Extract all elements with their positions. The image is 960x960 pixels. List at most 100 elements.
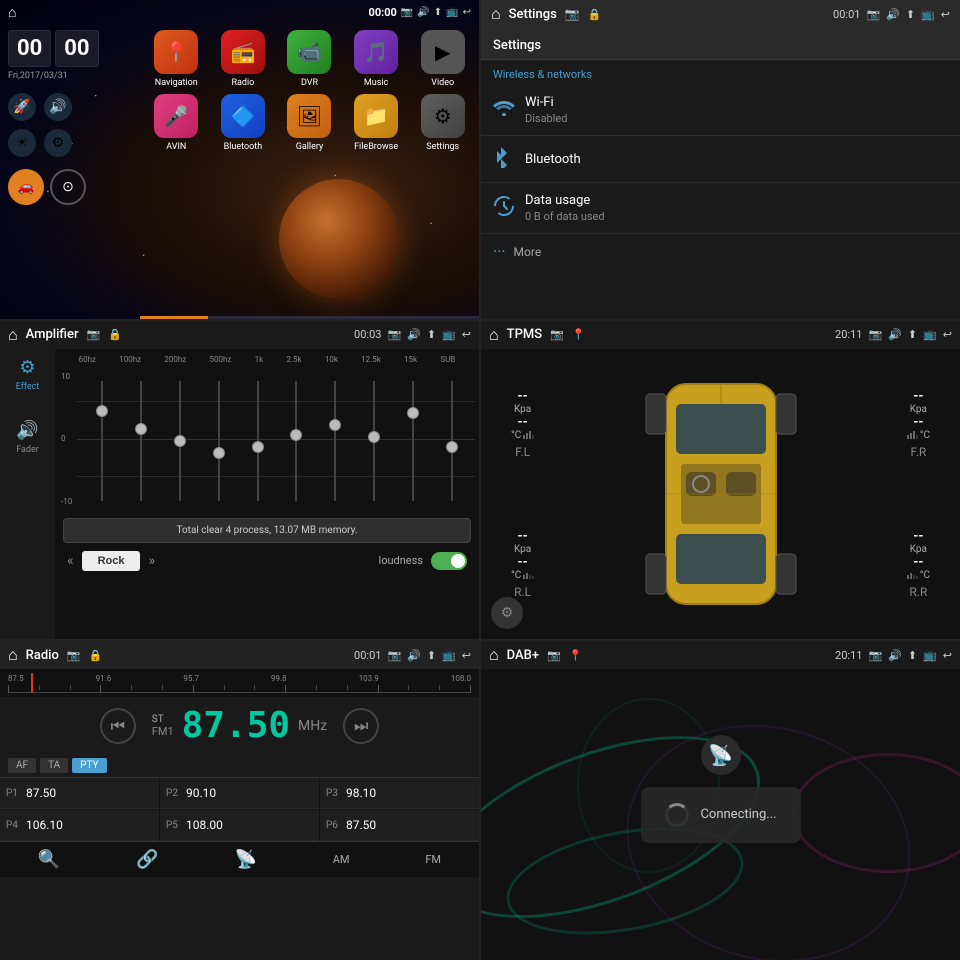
- settings-home-icon[interactable]: ⌂: [491, 4, 501, 24]
- radio-label: Radio: [231, 78, 254, 88]
- wifi-subtitle: Disabled: [525, 112, 948, 125]
- grid-line-bot: [77, 476, 475, 477]
- eq-next-button[interactable]: »: [148, 553, 155, 569]
- home-icon[interactable]: ⌂: [8, 4, 16, 21]
- preset-p6[interactable]: P6 87.50: [320, 810, 479, 841]
- radio-mode-info: ST FM1: [152, 714, 174, 738]
- eq-preset-button[interactable]: Rock: [82, 551, 141, 571]
- active-tab-indicator: [140, 316, 208, 319]
- preset-p5[interactable]: P5 108.00: [160, 810, 319, 841]
- tire-fl-kpa-label: --: [511, 389, 534, 404]
- radio-status-bar: ⌂ Radio 📷 🔒 00:01 📷 🔊 ⬆ 📺 ↩: [0, 641, 479, 669]
- back-icon[interactable]: ↩: [463, 7, 471, 18]
- amp-back-icon[interactable]: ↩: [462, 328, 471, 341]
- radio-link-button[interactable]: 🔗: [136, 849, 158, 870]
- fader-icon[interactable]: 🔊: [16, 420, 38, 441]
- app-dvr[interactable]: 📹 DVR: [279, 30, 340, 88]
- radio-scr-icon: 📺: [442, 649, 456, 662]
- dab-panel: ⌂ DAB+ 📷 📍 20:11 📷 🔊 ⬆ 📺 ↩ Connecting...: [481, 641, 960, 960]
- menu-icon[interactable]: ⊙: [50, 169, 86, 205]
- radio-fm-button[interactable]: FM: [425, 853, 441, 866]
- radio-search-button[interactable]: 🔍: [38, 849, 60, 870]
- amp-home-icon[interactable]: ⌂: [8, 325, 18, 345]
- radio-next-button[interactable]: ⏭: [343, 708, 379, 744]
- tick-0: [8, 685, 9, 693]
- car-top-view: [641, 364, 801, 624]
- radio-antenna-button[interactable]: 📡: [234, 849, 256, 870]
- tpms-status-right: 20:11 📷 🔊 ⬆ 📺 ↩: [835, 328, 952, 341]
- gallery-app-icon: 🖼: [287, 94, 331, 138]
- amp-status-left: ⌂ Amplifier 📷 🔒: [8, 325, 122, 345]
- more-dots-icon: ···: [493, 242, 506, 261]
- app-settings[interactable]: ⚙ Settings: [412, 94, 473, 152]
- preset-p6-freq: 87.50: [346, 818, 376, 832]
- equalizer-icon[interactable]: ⚙: [44, 129, 72, 157]
- amp-cam2-icon: 📷: [387, 328, 401, 341]
- preset-p3-label: P3: [326, 788, 342, 799]
- tire-rl: -- Kpa -- °C R.L: [511, 529, 534, 599]
- preset-p3[interactable]: P3 98.10: [320, 778, 479, 809]
- rocket-icon[interactable]: 🚀: [8, 93, 36, 121]
- radio-back-icon[interactable]: ↩: [462, 649, 471, 662]
- app-radio[interactable]: 📻 Radio: [213, 30, 274, 88]
- pty-tag[interactable]: PTY: [72, 758, 106, 773]
- scale-87.5: 87.5: [8, 674, 24, 683]
- preset-p2[interactable]: P2 90.10: [160, 778, 319, 809]
- af-tag[interactable]: AF: [8, 758, 36, 773]
- car-mode-icon[interactable]: 🚗: [8, 169, 44, 205]
- radio-home-icon[interactable]: ⌂: [8, 645, 18, 665]
- app-gallery[interactable]: 🖼 Gallery: [279, 94, 340, 152]
- amp-lock-icon: 🔒: [108, 328, 122, 341]
- tpms-vol-icon: 🔊: [888, 328, 902, 341]
- loudness-label: loudness: [379, 554, 423, 567]
- ta-tag[interactable]: TA: [40, 758, 68, 773]
- wireless-networks-header: Wireless & networks: [481, 60, 960, 85]
- bluetooth-item[interactable]: Bluetooth: [481, 136, 960, 183]
- preset-p4-label: P4: [6, 820, 22, 831]
- volume-side-icon[interactable]: 🔊: [44, 93, 72, 121]
- radio-band: FM1: [152, 725, 174, 738]
- grid-line-top: [77, 401, 475, 402]
- radio-prev-button[interactable]: ⏮: [100, 708, 136, 744]
- tpms-home-icon[interactable]: ⌂: [489, 325, 499, 345]
- settings-signal-icon: ⬆: [906, 8, 915, 21]
- app-navigation[interactable]: 📍 Navigation: [146, 30, 207, 88]
- eq-thumb-9: [446, 441, 458, 453]
- dab-back-icon[interactable]: ↩: [943, 649, 952, 662]
- dab-home-icon[interactable]: ⌂: [489, 645, 499, 665]
- settings-back-icon[interactable]: ↩: [941, 8, 950, 21]
- preset-p1-label: P1: [6, 788, 22, 799]
- eq-prev-button[interactable]: «: [67, 553, 74, 569]
- loudness-toggle[interactable]: [431, 552, 467, 570]
- effect-icon[interactable]: ⚙: [19, 357, 35, 378]
- am-label: AM: [333, 853, 350, 866]
- radio-am-button[interactable]: AM: [333, 853, 350, 866]
- settings-status-bar: ⌂ Settings 📷 🔒 00:01 📷 🔊 ⬆ 📺 ↩: [481, 0, 960, 28]
- app-video[interactable]: ▶ Video: [412, 30, 473, 88]
- eq-thumb-2: [174, 435, 186, 447]
- tire-rr-kpa-label: --: [907, 529, 930, 544]
- app-avin[interactable]: 🎤 AVIN: [146, 94, 207, 152]
- preset-p4[interactable]: P4 106.10: [0, 810, 159, 841]
- connecting-spinner: [664, 803, 688, 827]
- tire-fl-temp-unit: °C: [511, 430, 534, 441]
- db-scale: 10 0 -10: [61, 364, 72, 514]
- preset-p3-freq: 98.10: [346, 786, 376, 800]
- settings-status-right: 00:01 📷 🔊 ⬆ 📺 ↩: [833, 8, 950, 21]
- app-bluetooth[interactable]: 🔷 Bluetooth: [213, 94, 274, 152]
- preset-p1[interactable]: P1 87.50: [0, 778, 159, 809]
- wifi-item[interactable]: Wi-Fi Disabled: [481, 85, 960, 136]
- app-music[interactable]: 🎵 Music: [346, 30, 407, 88]
- settings-label: Settings: [426, 142, 459, 152]
- toast-message: Total clear 4 process, 13.07 MB memory.: [63, 518, 471, 543]
- app-filebrowse[interactable]: 📁 FileBrowse: [346, 94, 407, 152]
- tpms-settings-button[interactable]: ⚙: [491, 597, 523, 629]
- data-usage-item[interactable]: Data usage 0 B of data used: [481, 183, 960, 234]
- freq-500hz: 500hz: [210, 355, 232, 364]
- more-item[interactable]: ··· More: [481, 234, 960, 269]
- tab-indicator-bar: [140, 316, 479, 319]
- fader-label: Fader: [16, 445, 39, 455]
- tpms-back-icon[interactable]: ↩: [943, 328, 952, 341]
- settings-title: Settings: [493, 38, 541, 53]
- brightness-icon[interactable]: ☀: [8, 129, 36, 157]
